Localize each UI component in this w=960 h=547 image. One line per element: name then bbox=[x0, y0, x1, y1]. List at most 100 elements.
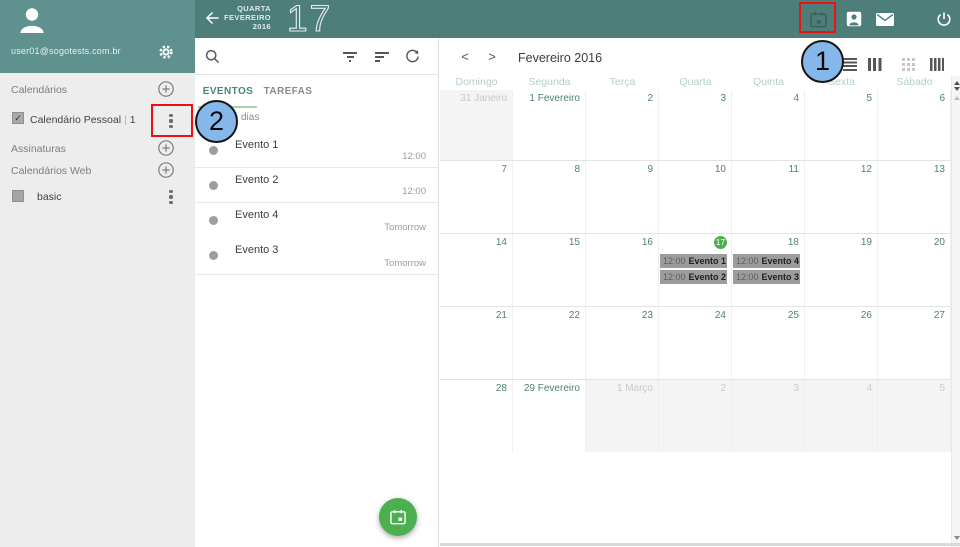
event-chip[interactable]: 12:00Evento 3 bbox=[733, 270, 800, 284]
add-web-calendar-button[interactable] bbox=[157, 161, 175, 179]
day-view-icon[interactable] bbox=[843, 58, 857, 71]
list-item[interactable]: Evento 212:00 bbox=[195, 168, 439, 203]
multicolumn-view-icon[interactable] bbox=[930, 58, 944, 71]
date-label: 12 bbox=[805, 161, 877, 175]
day-cell[interactable]: 26 bbox=[805, 306, 878, 379]
day-cell[interactable]: 14 bbox=[440, 233, 513, 306]
back-arrow-icon[interactable] bbox=[204, 10, 220, 31]
calendar-checkbox[interactable]: ✓ bbox=[12, 112, 24, 124]
power-off-icon[interactable] bbox=[936, 11, 952, 33]
day-cell[interactable]: 6 bbox=[878, 90, 951, 160]
next-month-icon[interactable]: > bbox=[485, 49, 499, 64]
add-calendar-button[interactable] bbox=[157, 80, 175, 98]
event-chip[interactable]: 12:00Evento 4 bbox=[733, 254, 800, 268]
sidebar-item-basic-calendar[interactable]: basic bbox=[0, 184, 195, 214]
day-cell[interactable]: 24 bbox=[659, 306, 732, 379]
week-row: 78910111213 bbox=[440, 160, 951, 233]
day-cell[interactable]: 3 bbox=[659, 90, 732, 160]
scroll-bottom-icon[interactable] bbox=[954, 536, 960, 540]
day-cell[interactable]: 21 bbox=[440, 306, 513, 379]
annotation-step-2: 2 bbox=[195, 100, 238, 143]
list-item[interactable]: Evento 112:00 bbox=[195, 133, 439, 168]
vertical-scrollbar[interactable] bbox=[951, 76, 960, 547]
tab-tasks[interactable]: TAREFAS bbox=[257, 75, 319, 108]
event-chip-time: 12:00 bbox=[736, 272, 759, 282]
weekday-header: Segunda bbox=[513, 76, 586, 90]
date-label: 21 bbox=[440, 307, 512, 321]
date-label: 2 bbox=[659, 380, 731, 394]
date-label: 14 bbox=[440, 234, 512, 248]
scroll-up-icon[interactable] bbox=[954, 81, 960, 85]
day-cell[interactable]: 3 bbox=[732, 379, 805, 452]
gear-icon[interactable] bbox=[158, 44, 174, 60]
address-book-icon[interactable] bbox=[846, 11, 862, 32]
event-title: Evento 3 bbox=[235, 244, 278, 256]
day-cell[interactable]: 4 bbox=[805, 379, 878, 452]
day-cell[interactable]: 23 bbox=[586, 306, 659, 379]
day-cell[interactable]: 27 bbox=[878, 306, 951, 379]
day-cell[interactable]: 25 bbox=[732, 306, 805, 379]
day-cell[interactable]: 7 bbox=[440, 160, 513, 233]
date-label: 22 bbox=[513, 307, 585, 321]
week-row: 31 Janeiro1 Fevereiro23456 bbox=[440, 90, 951, 160]
day-cell[interactable]: 12 bbox=[805, 160, 878, 233]
date-label: 6 bbox=[878, 90, 950, 104]
day-cell[interactable]: 4 bbox=[732, 90, 805, 160]
day-cell[interactable]: 28 bbox=[440, 379, 513, 452]
more-options-icon[interactable] bbox=[165, 188, 177, 206]
day-cell[interactable]: 9 bbox=[586, 160, 659, 233]
scrollbar-thumb-top-icon[interactable] bbox=[954, 96, 960, 100]
scroll-down-icon[interactable] bbox=[954, 87, 960, 91]
date-label: 24 bbox=[659, 307, 731, 321]
day-cell[interactable]: 31 Janeiro bbox=[440, 90, 513, 160]
day-cell[interactable]: 1712:00Evento 112:00Evento 2 bbox=[659, 233, 732, 306]
day-cell[interactable]: 1 Março bbox=[586, 379, 659, 452]
calendar-color-swatch[interactable] bbox=[12, 190, 24, 202]
sort-icon[interactable] bbox=[375, 52, 389, 62]
date-label: 23 bbox=[586, 307, 658, 321]
weekday-header-row: DomingoSegundaTerçaQuartaQuintaSextaSába… bbox=[440, 76, 951, 90]
refresh-icon[interactable] bbox=[405, 49, 420, 69]
list-item[interactable]: Evento 4Tomorrow bbox=[195, 203, 439, 238]
day-cell[interactable]: 1 Fevereiro bbox=[513, 90, 586, 160]
calendar-module-icon[interactable] bbox=[810, 11, 827, 33]
new-event-fab[interactable] bbox=[379, 498, 417, 536]
date-label: 25 bbox=[732, 307, 804, 321]
day-cell[interactable]: 11 bbox=[732, 160, 805, 233]
day-cell[interactable]: 8 bbox=[513, 160, 586, 233]
day-cell[interactable]: 22 bbox=[513, 306, 586, 379]
list-toolbar bbox=[195, 38, 439, 75]
search-icon[interactable] bbox=[205, 49, 220, 69]
mail-icon[interactable] bbox=[876, 13, 894, 31]
day-cell[interactable]: 19 bbox=[805, 233, 878, 306]
filter-icon[interactable] bbox=[343, 52, 357, 62]
event-chip-time: 12:00 bbox=[736, 256, 759, 266]
horizontal-scrollbar[interactable] bbox=[440, 543, 960, 546]
day-cell[interactable]: 5 bbox=[878, 379, 951, 452]
previous-month-icon[interactable]: < bbox=[458, 49, 472, 64]
day-cell[interactable]: 2 bbox=[586, 90, 659, 160]
separator: | bbox=[124, 114, 127, 126]
date-label: 18 bbox=[732, 234, 804, 248]
week-row: 2829 Fevereiro1 Março2345 bbox=[440, 379, 951, 452]
event-chip[interactable]: 12:00Evento 2 bbox=[660, 270, 727, 284]
day-cell[interactable]: 20 bbox=[878, 233, 951, 306]
day-cell[interactable]: 10 bbox=[659, 160, 732, 233]
week-view-icon[interactable] bbox=[868, 58, 882, 71]
event-chip[interactable]: 12:00Evento 1 bbox=[660, 254, 727, 268]
month-view-icon[interactable] bbox=[902, 58, 916, 71]
day-cell[interactable]: 5 bbox=[805, 90, 878, 160]
date-label: 3 bbox=[659, 90, 731, 104]
add-subscription-button[interactable] bbox=[157, 139, 175, 157]
sidebar-item-personal-calendar[interactable]: ✓ Calendário Pessoal|1 bbox=[0, 104, 195, 138]
day-cell[interactable]: 29 Fevereiro bbox=[513, 379, 586, 452]
more-options-icon[interactable] bbox=[165, 112, 177, 130]
day-cell[interactable]: 15 bbox=[513, 233, 586, 306]
day-cell[interactable]: 2 bbox=[659, 379, 732, 452]
list-item[interactable]: Evento 3Tomorrow bbox=[195, 238, 439, 275]
day-cell[interactable]: 16 bbox=[586, 233, 659, 306]
date-label: 1 Março bbox=[586, 380, 658, 394]
date-label: 5 bbox=[878, 380, 950, 394]
day-cell[interactable]: 18 12:00Evento 4 12:00Evento 3 bbox=[732, 233, 805, 306]
day-cell[interactable]: 13 bbox=[878, 160, 951, 233]
